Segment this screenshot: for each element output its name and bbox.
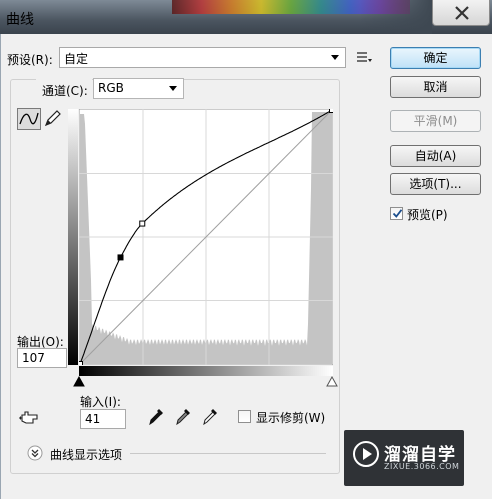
on-image-adjust-button[interactable] xyxy=(18,408,42,431)
show-clipping-checkbox[interactable] xyxy=(238,410,251,423)
curve-display-options-toggle[interactable] xyxy=(27,445,43,464)
curve-tool-icon xyxy=(19,112,39,125)
pencil-tool-button[interactable] xyxy=(42,108,66,130)
eyedropper-gray-icon xyxy=(176,409,190,426)
input-field[interactable]: 41 xyxy=(80,409,126,429)
white-eyedropper-button[interactable] xyxy=(202,406,220,429)
black-eyedropper-button[interactable] xyxy=(148,406,166,429)
preset-label: 预设(R): xyxy=(7,53,53,67)
smooth-button[interactable]: 平滑(M) xyxy=(390,110,481,132)
white-point-slider[interactable] xyxy=(326,376,338,387)
double-chevron-down-icon xyxy=(27,445,43,461)
curve-point[interactable] xyxy=(77,361,83,367)
eyedropper-black-icon xyxy=(149,409,163,426)
preset-options-button[interactable] xyxy=(356,51,372,66)
window-title: 曲线 xyxy=(6,12,34,28)
output-field[interactable]: 107 xyxy=(17,348,67,368)
curve-points-tool-button[interactable] xyxy=(17,108,41,130)
chevron-down-icon xyxy=(169,86,177,91)
watermark-url: ZIXUE.3066.COM xyxy=(384,462,460,471)
curve-point[interactable] xyxy=(329,107,335,113)
curve-graph-canvas[interactable] xyxy=(77,107,335,367)
ok-button[interactable]: 确定 xyxy=(390,47,481,69)
preset-menu-icon xyxy=(357,52,372,62)
section-divider xyxy=(130,453,326,454)
auto-button[interactable]: 自动(A) xyxy=(390,145,481,167)
close-button[interactable] xyxy=(432,0,490,26)
curve-point[interactable] xyxy=(139,220,146,227)
chevron-down-icon xyxy=(331,55,339,60)
input-gradient-bar xyxy=(79,366,333,376)
preset-value: 自定 xyxy=(64,52,89,66)
cancel-button[interactable]: 取消 xyxy=(390,76,481,98)
input-label: 输入(I): xyxy=(80,395,121,409)
gray-eyedropper-button[interactable] xyxy=(175,406,193,429)
preview-checkbox[interactable] xyxy=(390,207,403,220)
group-box-gap xyxy=(36,78,92,81)
close-icon xyxy=(455,6,469,20)
pencil-icon xyxy=(44,110,61,127)
channel-dropdown[interactable]: RGB xyxy=(93,78,184,99)
options-button[interactable]: 选项(T)... xyxy=(390,173,481,195)
play-logo-icon xyxy=(353,441,379,467)
preview-label: 预览(P) xyxy=(407,208,448,222)
black-point-slider[interactable] xyxy=(73,376,85,387)
eyedropper-white-icon xyxy=(203,409,217,426)
curve-graph[interactable] xyxy=(77,107,335,367)
checkmark-icon xyxy=(392,209,403,218)
title-bar-shade xyxy=(360,0,432,34)
curve-display-options-label: 曲线显示选项 xyxy=(50,448,123,462)
watermark-logo xyxy=(352,440,380,471)
channel-label: 通道(C): xyxy=(42,84,88,98)
output-gradient-bar xyxy=(68,109,78,365)
curve-point-selected[interactable] xyxy=(117,254,124,261)
hand-adjust-icon xyxy=(19,411,38,424)
preset-dropdown[interactable]: 自定 xyxy=(59,47,346,68)
channel-value: RGB xyxy=(98,81,124,95)
show-clipping-label: 显示修剪(W) xyxy=(256,411,326,425)
